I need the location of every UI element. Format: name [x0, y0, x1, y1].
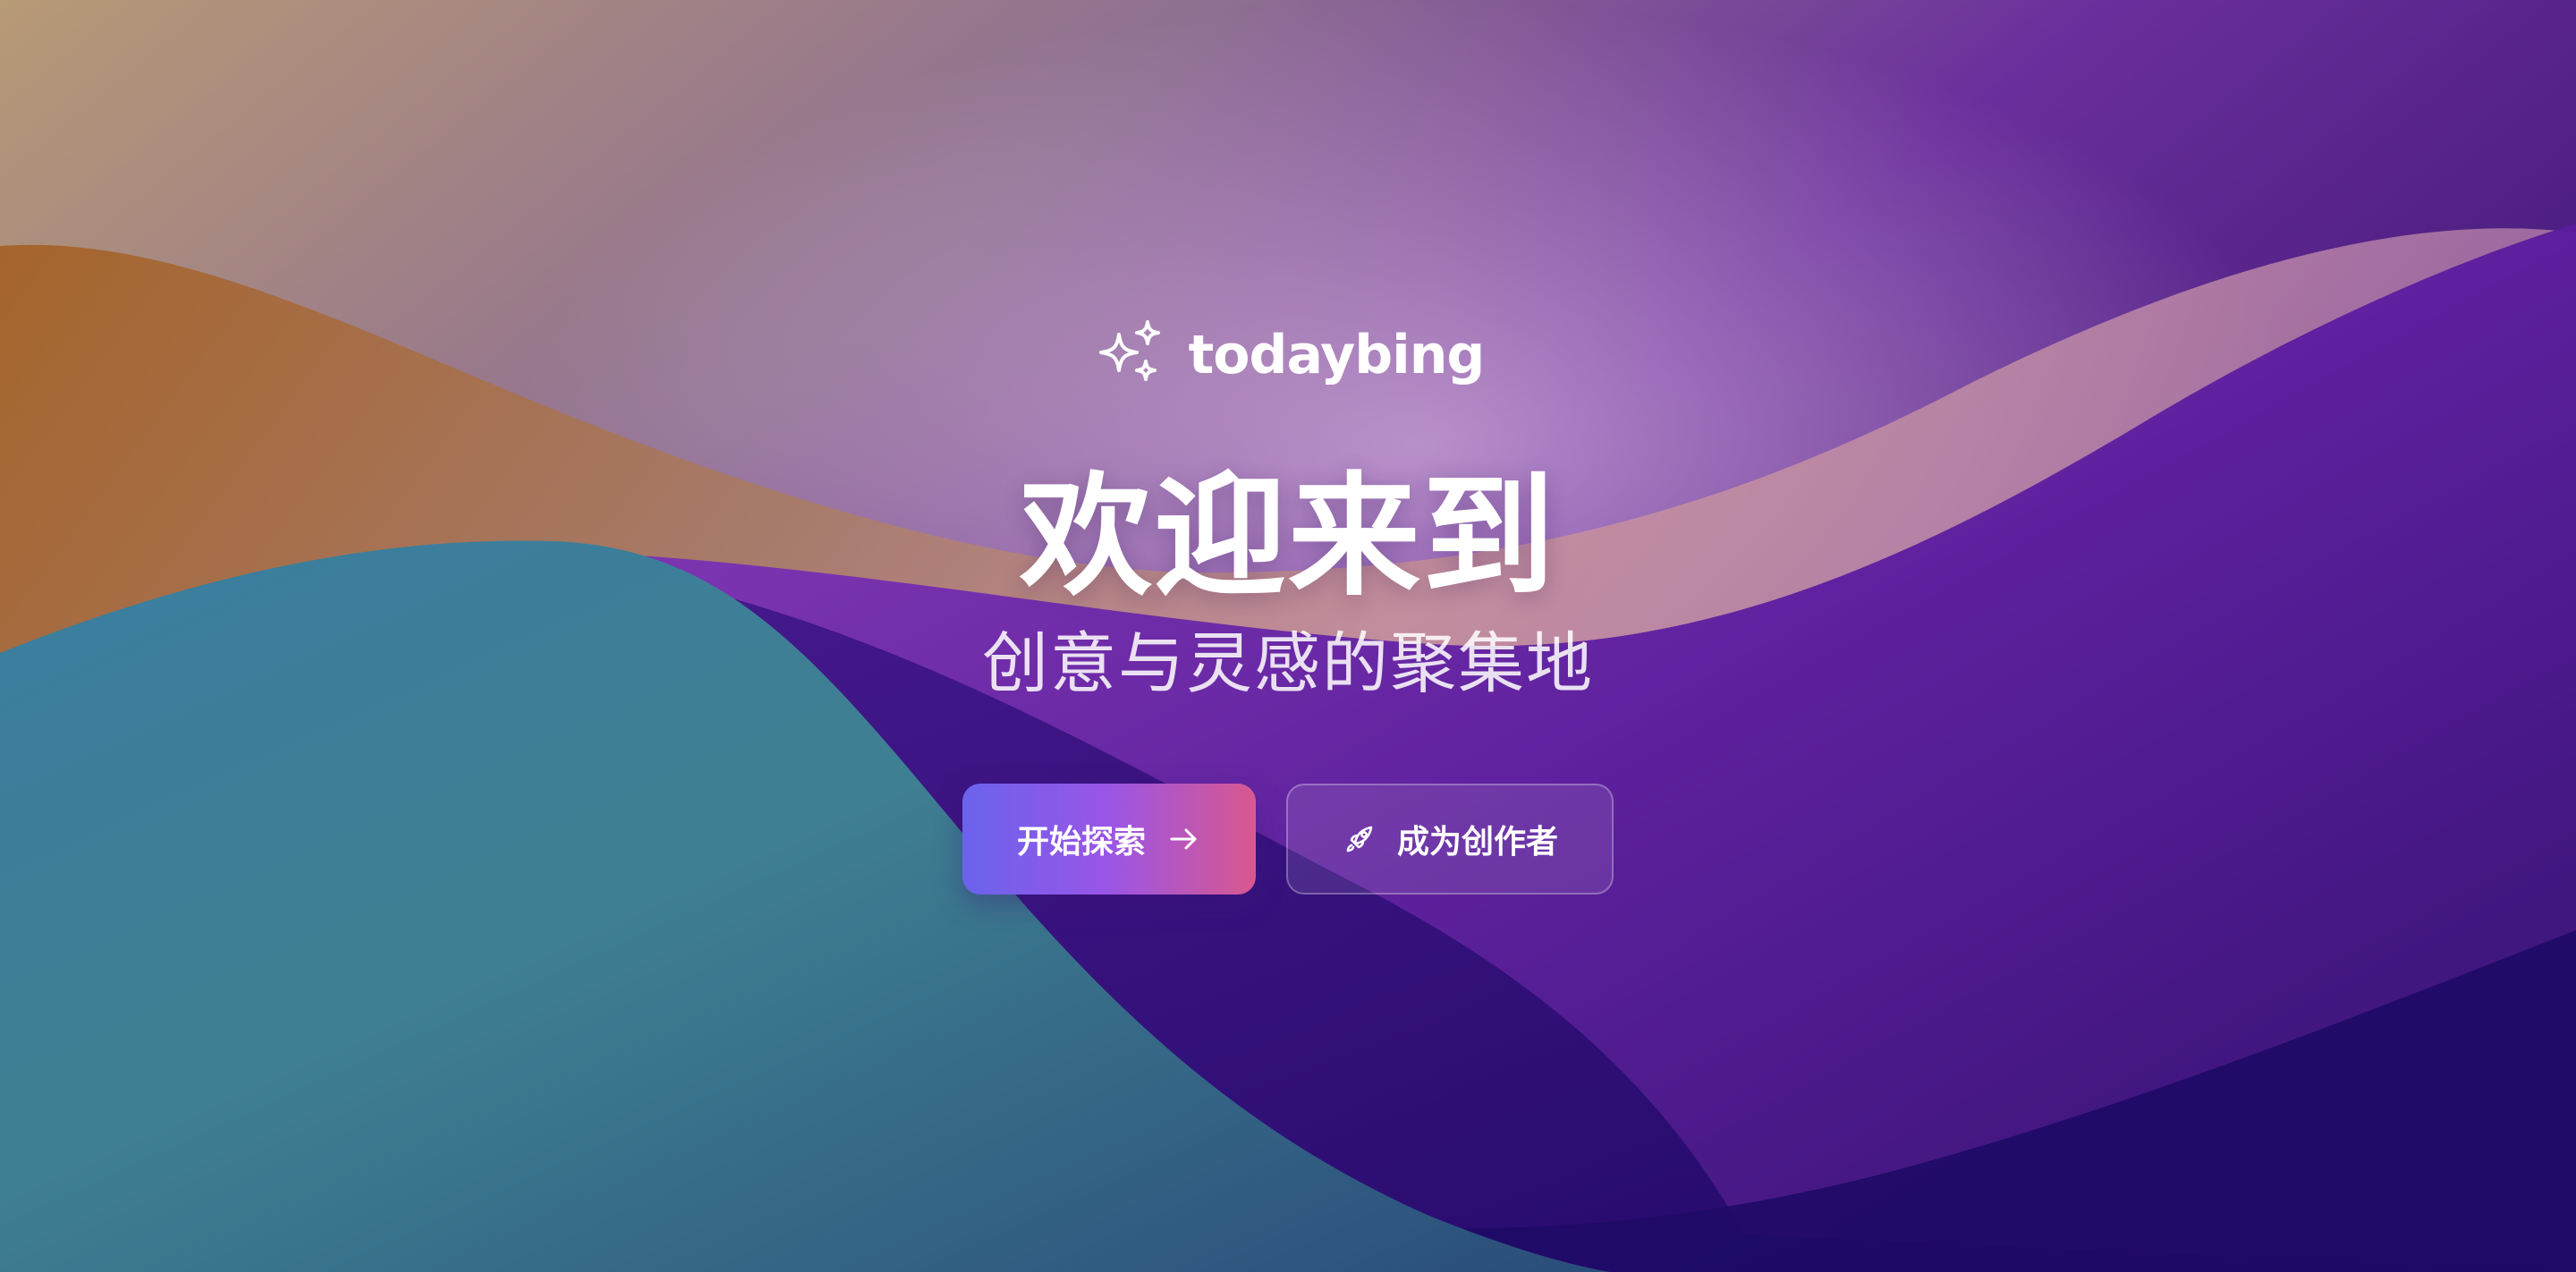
sparkles-icon	[1098, 320, 1160, 381]
rocket-icon	[1346, 826, 1373, 852]
brand-logo[interactable]: todaybing	[0, 315, 2576, 392]
brand-name: todaybing	[1188, 324, 1486, 386]
become-creator-button[interactable]: 成为创作者	[1286, 784, 1614, 895]
landing-page: todaybing 欢迎来到 创意与灵感的聚集地 开始探索 成为创作者	[0, 0, 2576, 1272]
become-creator-label: 成为创作者	[1396, 824, 1558, 861]
start-exploring-button[interactable]: 开始探索	[962, 784, 1256, 895]
hero-subtitle: 创意与灵感的聚集地	[982, 625, 1594, 702]
hero-section: todaybing 欢迎来到 创意与灵感的聚集地 开始探索 成为创作者	[0, 0, 2576, 1272]
start-exploring-label: 开始探索	[1016, 824, 1146, 861]
hero-actions: 开始探索 成为创作者	[0, 784, 2576, 895]
arrow-right-icon	[1170, 828, 1197, 850]
hero-title: 欢迎来到	[1020, 460, 1556, 614]
